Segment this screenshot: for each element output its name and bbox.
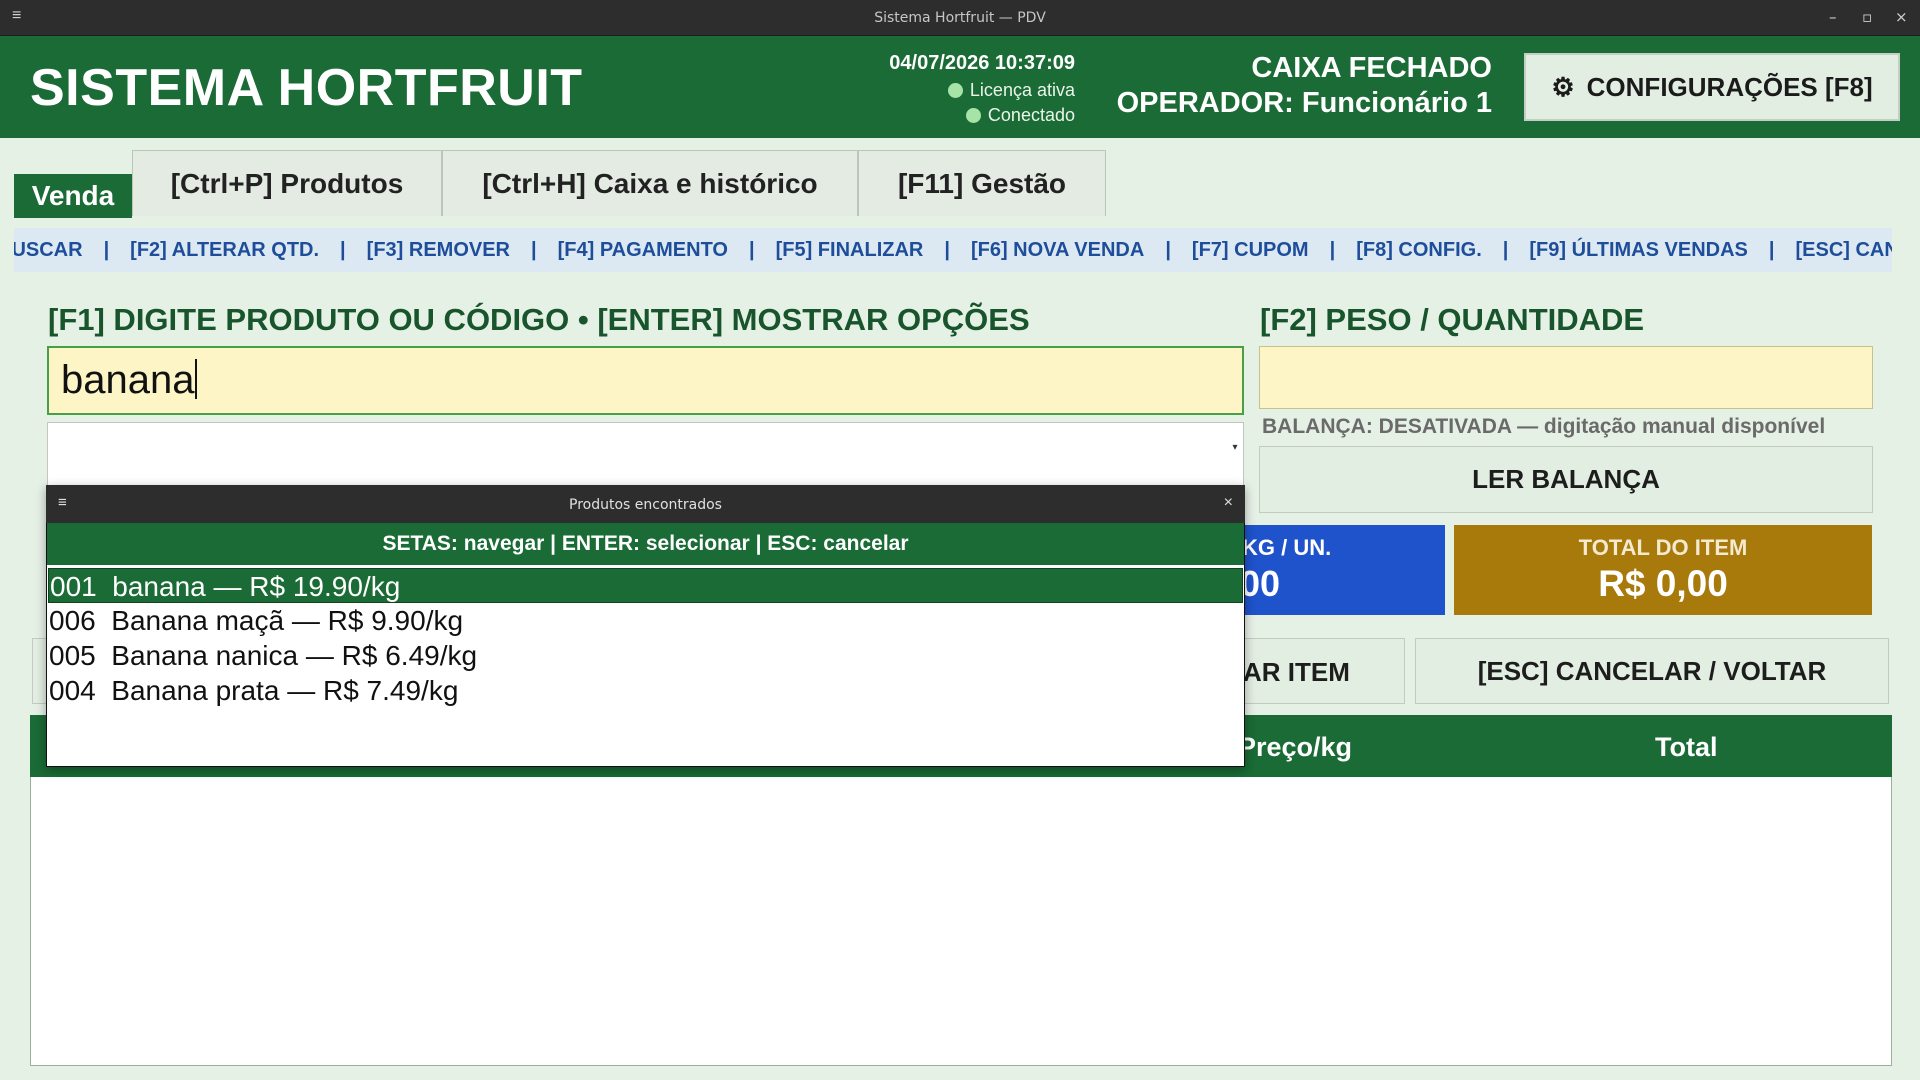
operator-label: OPERADOR: Funcionário 1 — [1116, 87, 1492, 119]
connection-status-dot-icon — [965, 108, 981, 123]
shortcut-separator: | — [1165, 239, 1171, 261]
dropdown-arrow-icon[interactable]: ▾ — [1226, 442, 1244, 466]
popup-close-icon[interactable]: × — [1224, 494, 1233, 512]
shortcut-separator: | — [1502, 239, 1509, 261]
shortcut-buscar: BUSCAR — [14, 239, 83, 261]
shortcut-remover: [F3] REMOVER — [366, 239, 510, 261]
product-option[interactable]: 006 Banana maçã — R$ 9.90/kg — [48, 603, 1243, 638]
weight-input[interactable] — [1259, 346, 1873, 409]
shortcut-separator: | — [340, 239, 346, 261]
item-total-value: R$ 0,00 — [1598, 563, 1728, 604]
tab-venda[interactable]: Venda — [14, 174, 132, 218]
tab-gestao[interactable]: [F11] Gestão — [858, 150, 1106, 216]
product-option-selected[interactable]: 001 banana — R$ 19.90/kg — [48, 568, 1243, 603]
popup-titlebar: ≡ Produtos encontrados × — [46, 485, 1245, 523]
close-icon[interactable]: × — [1895, 8, 1908, 26]
shortcut-pagamento: [F4] PAGAMENTO — [557, 239, 728, 261]
product-search-value: banana — [61, 358, 195, 402]
shortcut-finalizar: [F5] FINALIZAR — [775, 239, 924, 261]
config-button[interactable]: ⚙ CONFIGURAÇÕES [F8] — [1524, 53, 1900, 121]
cancel-back-button[interactable]: [ESC] CANCELAR / VOLTAR — [1415, 638, 1889, 704]
window-titlebar: ≡ Sistema Hortfruit — PDV – ▫ × — [0, 0, 1920, 36]
shortcuts-row: BUSCAR | [F2] ALTERAR QTD. | [F3] REMOVER | [F… — [14, 239, 1892, 262]
read-scale-button[interactable]: LER BALANÇA — [1259, 446, 1873, 513]
config-button-label: CONFIGURAÇÕES [F8] — [1586, 71, 1873, 102]
scale-status: BALANÇA: DESATIVADA — digitação manual d… — [1262, 415, 1826, 438]
connection-status: Conectado — [820, 105, 1075, 129]
add-item-label: AR ITEM — [1243, 657, 1350, 687]
weight-label: [F2] PESO / QUANTIDADE — [1260, 302, 1645, 337]
shortcut-cancelar: [ESC] CANCELAR — [1795, 239, 1892, 261]
shortcut-separator: | — [748, 239, 755, 261]
item-total-label: TOTAL DO ITEM — [1578, 535, 1748, 560]
shortcut-alterar-qtd: [F2] ALTERAR QTD. — [130, 239, 320, 261]
maximize-icon[interactable]: ▫ — [1862, 8, 1872, 26]
price-per-kg-value: 00 — [1240, 563, 1281, 604]
tab-produtos[interactable]: [Ctrl+P] Produtos — [132, 150, 442, 216]
product-option[interactable]: 005 Banana nanica — R$ 6.49/kg — [48, 638, 1243, 673]
popup-title: Produtos encontrados — [569, 497, 722, 513]
shortcut-cupom: [F7] CUPOM — [1191, 239, 1309, 261]
shortcut-config: [F8] CONFIG. — [1356, 239, 1482, 261]
minimize-icon[interactable]: – — [1829, 8, 1837, 26]
item-total-box: TOTAL DO ITEM R$ 0,00 — [1454, 525, 1872, 615]
product-options-combo[interactable] — [47, 422, 1244, 488]
connection-status-text: Conectado — [987, 105, 1075, 125]
shortcut-separator: | — [531, 239, 537, 261]
shortcut-separator: | — [944, 239, 950, 261]
shortcut-separator: | — [103, 239, 110, 261]
tab-caixa-historico[interactable]: [Ctrl+H] Caixa e histórico — [442, 150, 858, 216]
gear-icon: ⚙ — [1551, 71, 1575, 102]
product-search-label: [F1] DIGITE PRODUTO OU CÓDIGO • [ENTER] … — [48, 302, 1030, 337]
caixa-status: CAIXA FECHADO — [1251, 52, 1492, 84]
window-title: Sistema Hortfruit — PDV — [874, 10, 1046, 26]
shortcuts-bar: BUSCAR | [F2] ALTERAR QTD. | [F3] REMOVER | [F… — [14, 228, 1892, 272]
shortcut-ultimas-vendas: [F9] ÚLTIMAS VENDAS — [1529, 239, 1748, 261]
text-caret — [195, 359, 198, 399]
price-per-kg-label: KG / UN. — [1242, 535, 1332, 560]
shortcut-separator: | — [1329, 239, 1336, 261]
license-status: Licença ativa — [820, 80, 1075, 104]
license-status-text: Licença ativa — [969, 80, 1075, 100]
product-search-input[interactable]: banana — [47, 346, 1244, 415]
popup-hint: SETAS: navegar | ENTER: selecionar | ESC… — [47, 523, 1244, 565]
shortcut-separator: | — [1768, 239, 1775, 261]
license-status-dot-icon — [947, 83, 963, 98]
app-title: SISTEMA HORTFRUIT — [30, 59, 583, 117]
product-option[interactable]: 004 Banana prata — R$ 7.49/kg — [48, 673, 1243, 708]
column-total[interactable]: Total — [1655, 732, 1718, 763]
shortcut-nova-venda: [F6] NOVA VENDA — [970, 239, 1145, 261]
datetime: 04/07/2026 10:37:09 — [889, 52, 1075, 74]
column-preco-kg[interactable]: Preço/kg — [1238, 732, 1352, 763]
